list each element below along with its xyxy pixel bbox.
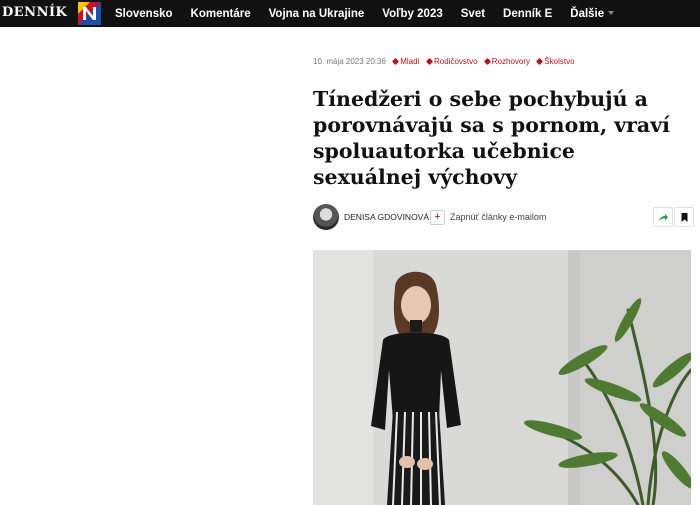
main-nav: Slovensko Komentáre Vojna na Ukrajine Vo… [115,0,632,27]
dennik-n-logo-icon [78,2,101,25]
tag-icon [536,58,544,66]
chevron-down-icon [608,11,615,16]
bookmark-icon [681,213,688,222]
article-hero-photo [313,250,691,505]
site-logo[interactable]: DENNÍK [0,0,103,27]
nav-item-komentare[interactable]: Komentáre [191,8,251,20]
tag-icon [392,58,400,66]
tag-rodicovstvo[interactable]: Rodičovstvo [425,57,478,66]
tag-label: Mladí [400,57,420,66]
nav-item-svet[interactable]: Svet [461,8,485,20]
tag-skolstvo[interactable]: Školstvo [536,57,575,66]
nav-item-dennik-e[interactable]: Denník E [503,8,552,20]
nav-item-volby-2023[interactable]: Voľby 2023 [382,8,442,20]
share-arrow-icon [659,214,668,221]
author-row: Denisa Gdovinová + Zapnúť články e-mailo… [313,204,694,231]
article-title: Tínedžeri o sebe pochybujú a porovnávajú… [313,87,670,189]
nav-item-slovensko[interactable]: Slovensko [115,8,173,20]
share-button[interactable] [653,207,673,227]
author-name[interactable]: Denisa Gdovinová [344,212,429,222]
nav-item-dalsie-label: Ďalšie [570,7,605,20]
author-avatar[interactable] [313,204,339,230]
tag-icon [483,58,491,66]
tag-label: Rozhovory [491,57,531,66]
article-meta: 10. mája 2023 20:36 Mladí Rodičovstvo Ro… [313,57,575,66]
tag-label: Rodičovstvo [433,57,478,66]
logo-text: DENNÍK [2,5,68,20]
subscribe-email-link[interactable]: Zapnúť články e-mailom [450,212,546,222]
nav-item-dalsie[interactable]: Ďalšie [570,7,615,20]
bookmark-button[interactable] [674,207,694,227]
top-navigation-bar: DENNÍK Slovensko Komentáre Vojna na Ukra… [0,0,700,27]
plus-icon[interactable]: + [430,210,445,225]
hero-photo-illustration [313,250,691,505]
tag-mladi[interactable]: Mladí [392,57,420,66]
tag-rozhovory[interactable]: Rozhovory [483,57,531,66]
tag-icon [425,58,434,66]
tag-label: Školstvo [544,57,575,66]
article-date: 10. mája 2023 20:36 [313,57,386,66]
nav-item-vojna-na-ukrajine[interactable]: Vojna na Ukrajine [269,8,365,20]
